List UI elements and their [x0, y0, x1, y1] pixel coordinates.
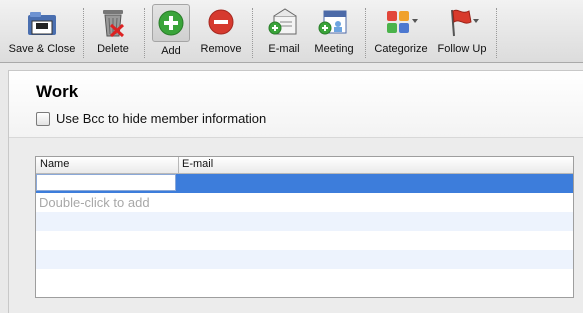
column-header-email[interactable]: E-mail [182, 158, 213, 170]
group-title: Work [36, 82, 79, 101]
meeting-button[interactable]: Meeting [312, 4, 356, 60]
delete-button[interactable]: Delete [93, 4, 133, 60]
bcc-option[interactable]: Use Bcc to hide member information [36, 111, 266, 126]
toolbar: Save & Close Delete Add Remove E-mail Me… [0, 0, 583, 63]
group-editor: Work Use Bcc to hide member information … [8, 70, 583, 313]
remove-label: Remove [200, 43, 242, 55]
toolbar-separator [83, 8, 84, 58]
table-row[interactable] [36, 250, 573, 269]
categorize-icon [383, 4, 419, 40]
column-divider[interactable] [178, 157, 179, 173]
table-row[interactable] [36, 269, 573, 288]
calendar-icon [316, 4, 352, 40]
table-row[interactable]: Double-click to add [36, 193, 573, 212]
email-icon [266, 4, 302, 40]
toolbar-separator [144, 8, 145, 58]
categorize-button[interactable]: Categorize [373, 4, 429, 60]
categorize-label: Categorize [374, 43, 428, 55]
plus-icon [152, 4, 190, 42]
email-label: E-mail [268, 43, 300, 55]
flag-icon [444, 4, 480, 40]
table-row[interactable] [36, 212, 573, 231]
save-close-label: Save & Close [8, 43, 76, 55]
follow-up-label: Follow Up [437, 43, 487, 55]
save-close-button[interactable]: Save & Close [8, 4, 76, 60]
table-row[interactable] [36, 174, 573, 193]
email-button[interactable]: E-mail [263, 4, 305, 60]
add-member-hint: Double-click to add [39, 195, 150, 210]
name-edit-field[interactable] [36, 174, 176, 191]
group-header: Work Use Bcc to hide member information [9, 71, 583, 138]
bcc-checkbox[interactable] [36, 111, 50, 126]
delete-label: Delete [97, 43, 129, 55]
column-header-name[interactable]: Name [40, 158, 69, 170]
toolbar-separator [252, 8, 253, 58]
bcc-label: Use Bcc to hide member information [56, 111, 267, 126]
table-header: Name E-mail [36, 157, 573, 174]
add-button[interactable]: Add [152, 4, 190, 60]
table-row[interactable] [36, 231, 573, 250]
remove-button[interactable]: Remove [199, 4, 243, 60]
add-label: Add [161, 45, 181, 57]
members-table: Name E-mail Double-click to add [35, 156, 574, 298]
toolbar-separator [496, 8, 497, 58]
follow-up-button[interactable]: Follow Up [434, 4, 490, 60]
toolbar-separator [365, 8, 366, 58]
minus-icon [203, 4, 239, 40]
save-close-icon [24, 4, 60, 40]
meeting-label: Meeting [314, 43, 354, 55]
trash-icon [95, 4, 131, 40]
